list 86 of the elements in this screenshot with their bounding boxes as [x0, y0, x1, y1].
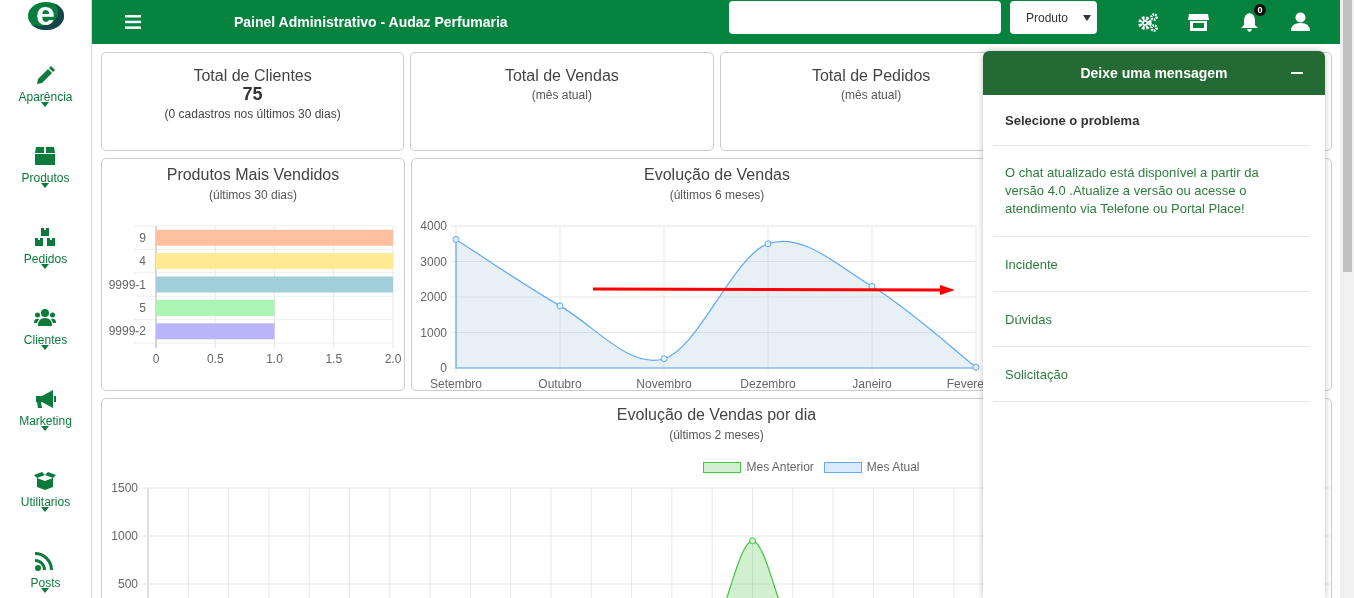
box-icon	[34, 146, 57, 166]
pencil-icon	[34, 65, 57, 85]
data-point	[660, 355, 668, 363]
axis-label: 4000	[420, 219, 447, 233]
axis-label: 0.5	[206, 352, 224, 366]
caret-icon	[41, 345, 50, 350]
chart-subtitle: (últimos 30 dias)	[209, 188, 297, 202]
sidebar-item[interactable]: Clientes	[18, 298, 73, 379]
product-select[interactable]: Produto	[1010, 1, 1097, 34]
notification-badge: 0	[1254, 4, 1266, 16]
data-point	[868, 282, 876, 290]
sidebar-item[interactable]: Pedidos	[18, 217, 73, 298]
card-subtitle: (0 cadastros nos últimos 30 dias)	[164, 107, 341, 121]
chart-subtitle: (últimos 2 meses)	[669, 428, 764, 442]
logo[interactable]: e	[27, 2, 64, 30]
card-subtitle: (mês atual)	[531, 88, 592, 102]
chat-notice: O chat atualizado está disponível a partir da versão 4.0 .Atualize a versão ou acesse o atendimento via Telefone ou Portal Place!	[993, 146, 1310, 237]
chat-prompt: Selecione o problema	[993, 95, 1310, 146]
search-field[interactable]	[729, 1, 1001, 34]
menu-icon[interactable]	[125, 15, 141, 29]
axis-label: 9999-2	[108, 324, 146, 339]
data-point	[972, 363, 980, 371]
axis-label: 1000	[111, 529, 138, 543]
chart-title: Evolução de Vendas por dia	[616, 406, 817, 424]
axis-label: 2000	[420, 290, 447, 304]
legend-label: Mes Atual	[866, 460, 920, 474]
card-title: Total de Vendas	[504, 67, 619, 85]
data-point	[556, 302, 564, 310]
axis-label: Janeiro	[852, 377, 892, 390]
axis-label: Fevere	[946, 377, 984, 390]
minus-icon	[1291, 72, 1303, 74]
axis-label: Outubro	[538, 377, 582, 390]
axis-label: 500	[117, 577, 138, 591]
card-title: Total de Pedidos	[811, 67, 931, 85]
axis-label: 4	[139, 254, 146, 269]
user-icon[interactable]	[1290, 12, 1311, 32]
legend-label: Mes Anterior	[746, 460, 814, 474]
megaphone-icon	[34, 389, 57, 409]
axis-label: 0	[440, 361, 447, 375]
chat-title: Deixe uma mensagem	[1080, 65, 1228, 81]
sidebar-item[interactable]: Posts	[18, 541, 73, 598]
scrollbar[interactable]	[1340, 0, 1354, 598]
page-title: Painel Administrativo - Audaz Perfumaria	[234, 14, 508, 30]
caret-icon	[1083, 14, 1091, 21]
axis-label: 2.0	[384, 352, 402, 366]
axis-label: 0	[152, 352, 160, 366]
caret-icon	[41, 264, 50, 269]
axis-label: 3000	[420, 254, 447, 269]
data-point	[749, 537, 756, 545]
people-icon	[34, 308, 57, 328]
gears-icon[interactable]	[1137, 12, 1158, 32]
sidebar-item[interactable]: Produtos	[18, 136, 73, 217]
card-title: Total de Clientes	[193, 67, 312, 85]
sidebar-item[interactable]: Aparência	[18, 55, 73, 136]
stat-value: 75	[242, 85, 263, 103]
axis-label: 9999-1	[108, 277, 146, 292]
axis-label: 9	[139, 230, 146, 245]
axis-label: 1000	[420, 325, 447, 340]
boxes-icon	[34, 227, 57, 247]
chart-subtitle: (últimos 6 meses)	[669, 188, 765, 202]
open-box-icon	[34, 470, 57, 490]
caret-icon	[41, 426, 50, 431]
data-point	[764, 240, 772, 248]
axis-label: 1.0	[266, 352, 283, 366]
sidebar-item[interactable]: Marketing	[18, 379, 73, 460]
axis-label: 1500	[111, 481, 138, 495]
chat-option[interactable]: Solicitação	[993, 347, 1310, 402]
chart-title: Produtos Mais Vendidos	[166, 166, 340, 184]
axis-label: 1.5	[325, 352, 343, 366]
axis-label: Setembro	[430, 377, 482, 390]
chat-option[interactable]: Incidente	[993, 237, 1310, 292]
sidebar-item[interactable]: Utilitarios	[18, 460, 73, 541]
chart-title: Evolução de Vendas	[644, 166, 790, 184]
caret-icon	[41, 588, 50, 593]
scrollbar-thumb[interactable]	[1343, 0, 1352, 272]
axis-label: Dezembro	[740, 377, 796, 390]
data-point	[452, 236, 460, 243]
caret-icon	[41, 183, 50, 188]
caret-icon	[41, 102, 50, 107]
bell-icon[interactable]	[1239, 12, 1260, 32]
caret-icon	[41, 507, 50, 512]
card-subtitle: (mês atual)	[841, 88, 902, 102]
chat-option[interactable]: Dúvidas	[993, 292, 1310, 347]
axis-label: 5	[139, 300, 146, 315]
axis-label: Novembro	[636, 377, 692, 390]
store-icon[interactable]	[1188, 12, 1209, 32]
